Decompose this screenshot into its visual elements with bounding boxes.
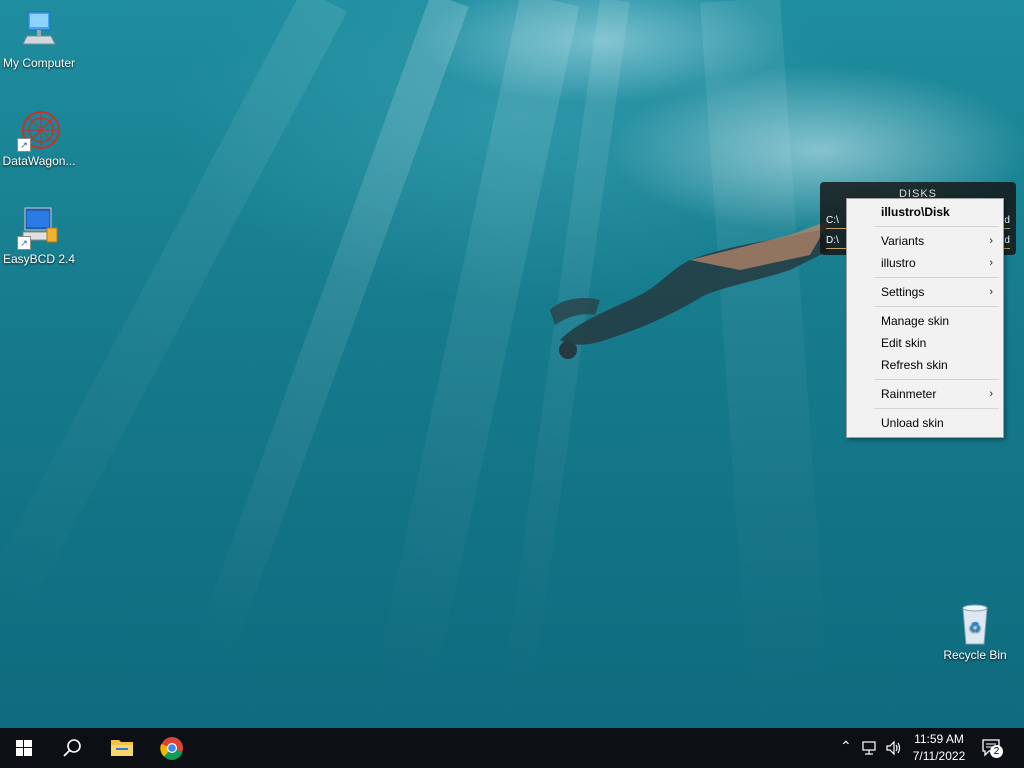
desktop-icon-easybcd[interactable]: ↗ EasyBCD 2.4	[1, 206, 77, 266]
context-menu-header[interactable]: illustro\Disk	[847, 201, 1003, 223]
taskbar: ⌃ 11:59 AM 7/11/2022 2	[0, 728, 1024, 768]
taskbar-clock[interactable]: 11:59 AM 7/11/2022	[904, 731, 974, 765]
volume-icon[interactable]	[885, 739, 903, 757]
search-button[interactable]	[48, 728, 96, 768]
desktop-icon-my-computer[interactable]: My Computer	[1, 10, 77, 70]
menu-item-illustro[interactable]: illustro ›	[847, 252, 1003, 274]
menu-separator	[875, 306, 999, 307]
drive-label: C:\	[826, 215, 839, 226]
chevron-right-icon: ›	[989, 235, 993, 247]
chevron-right-icon: ›	[989, 388, 993, 400]
menu-separator	[875, 379, 999, 380]
light-ray	[0, 0, 348, 630]
menu-separator	[875, 408, 999, 409]
diver-image	[550, 220, 830, 359]
datawagon-icon: ↗	[17, 108, 61, 152]
desktop-icon-recycle-bin[interactable]: ♻ Recycle Bin	[937, 602, 1013, 662]
menu-item-variants[interactable]: Variants ›	[847, 230, 1003, 252]
menu-separator	[875, 277, 999, 278]
file-explorer-button[interactable]	[98, 728, 146, 768]
chevron-right-icon: ›	[989, 257, 993, 269]
menu-item-edit-skin[interactable]: Edit skin	[847, 332, 1003, 354]
chrome-button[interactable]	[148, 728, 196, 768]
search-icon	[63, 739, 81, 757]
clock-date: 7/11/2022	[912, 749, 966, 763]
menu-item-refresh-skin[interactable]: Refresh skin	[847, 354, 1003, 376]
file-explorer-icon	[111, 740, 133, 756]
recycle-bin-icon: ♻	[953, 602, 997, 646]
menu-item-settings[interactable]: Settings ›	[847, 281, 1003, 303]
notification-center-button[interactable]: 2	[980, 736, 1004, 760]
menu-separator	[875, 226, 999, 227]
shortcut-arrow-icon: ↗	[17, 236, 31, 250]
chevron-up-icon[interactable]: ⌃	[840, 738, 852, 755]
network-icon[interactable]	[862, 739, 880, 757]
menu-item-rainmeter[interactable]: Rainmeter ›	[847, 383, 1003, 405]
drive-label: D:\	[826, 235, 839, 246]
computer-icon	[17, 10, 61, 54]
desktop[interactable]: My Computer ↗ DataWagon... ↗ EasyBCD 2.4	[0, 0, 1024, 728]
context-menu: illustro\Disk Variants › illustro › Sett…	[846, 198, 1004, 438]
svg-text:♻: ♻	[969, 620, 982, 636]
easybcd-icon: ↗	[17, 206, 61, 250]
desktop-icon-datawagon[interactable]: ↗ DataWagon...	[1, 108, 77, 168]
menu-item-manage-skin[interactable]: Manage skin	[847, 310, 1003, 332]
shortcut-arrow-icon: ↗	[17, 138, 31, 152]
notification-count-badge: 2	[990, 745, 1003, 758]
start-icon	[16, 740, 32, 756]
menu-item-unload-skin[interactable]: Unload skin	[847, 412, 1003, 434]
clock-time: 11:59 AM	[914, 732, 964, 746]
start-button[interactable]	[0, 728, 48, 768]
chevron-right-icon: ›	[989, 286, 993, 298]
chrome-icon	[160, 737, 183, 760]
